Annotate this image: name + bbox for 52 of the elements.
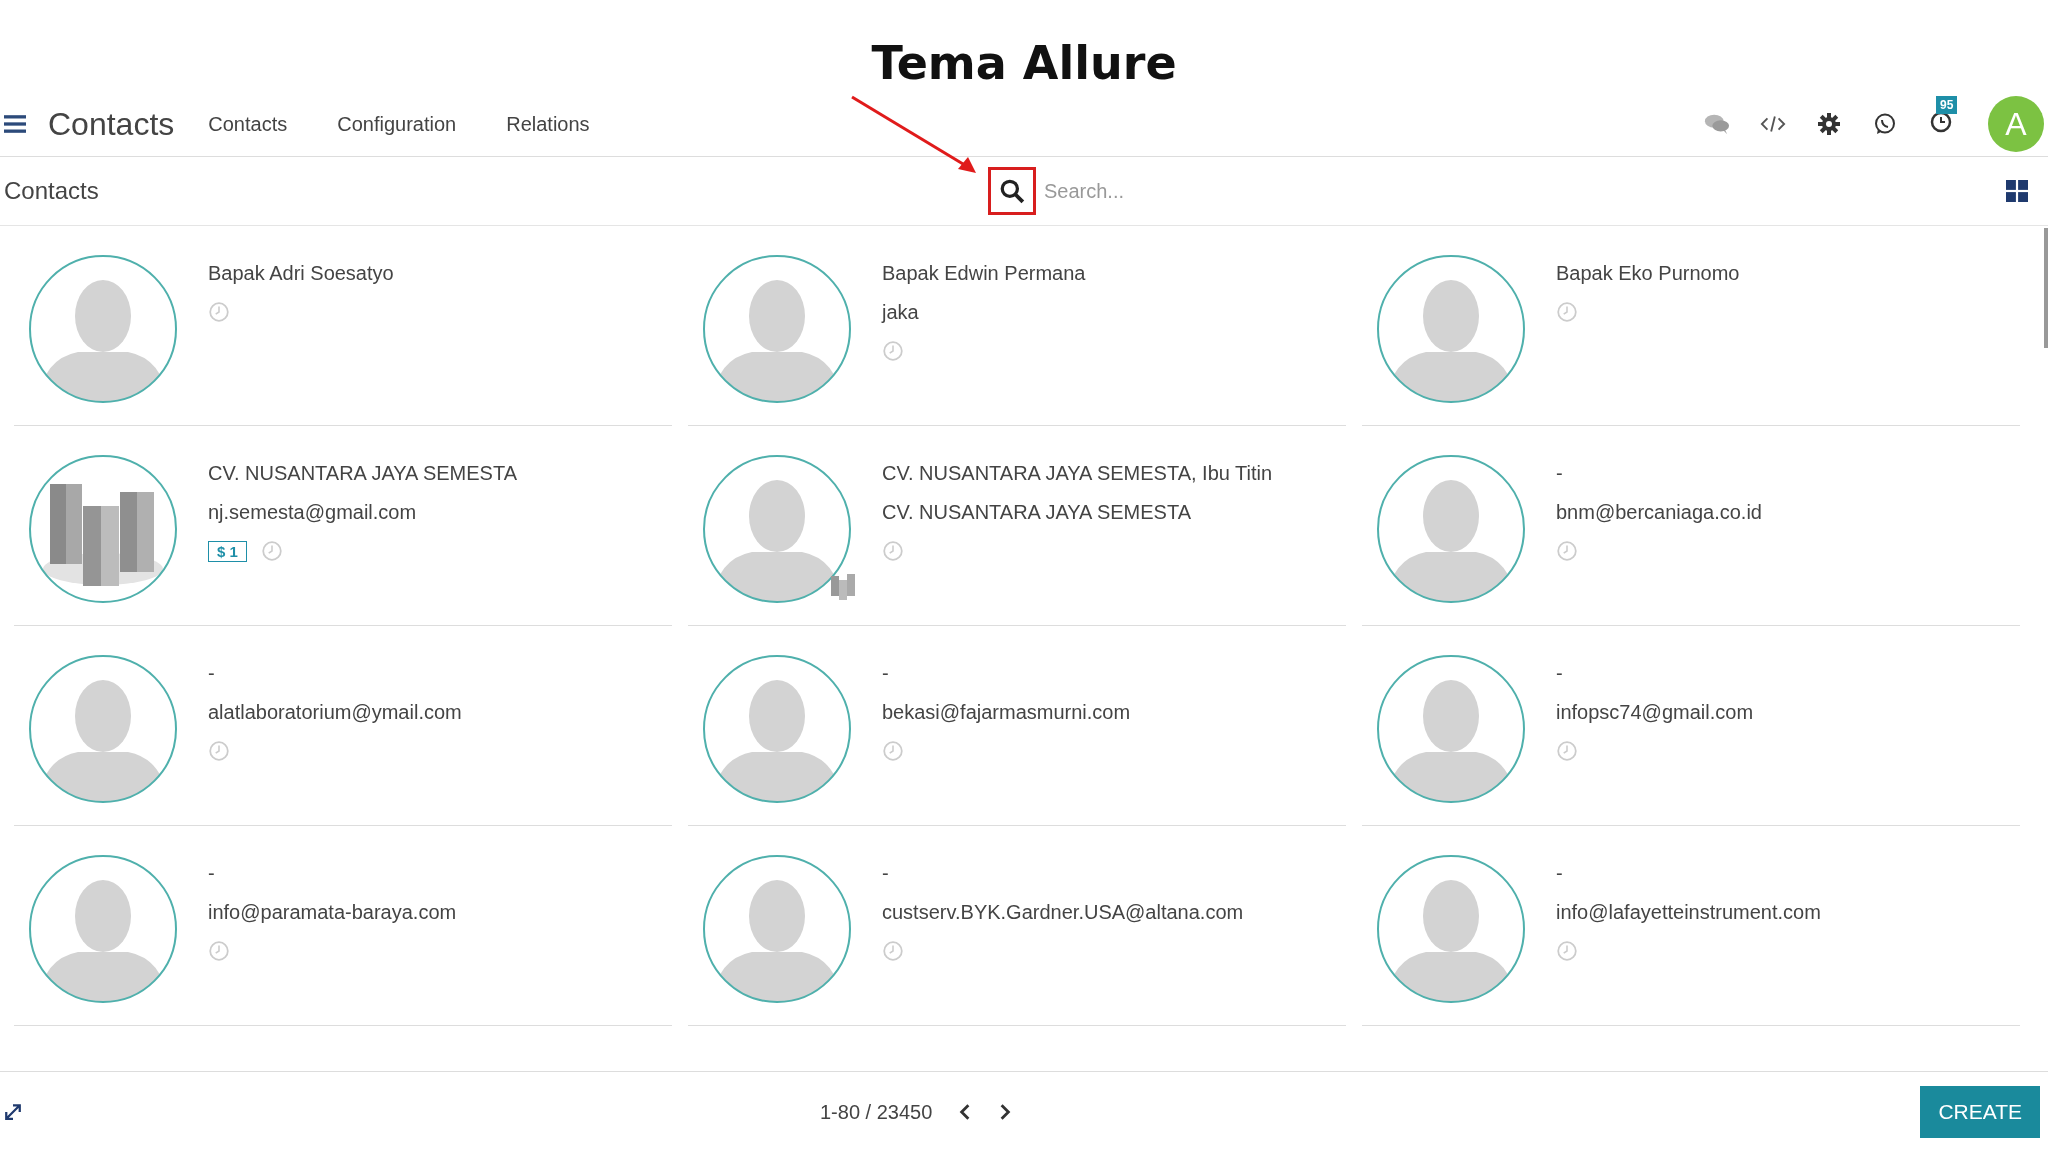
page-title: Tema Allure <box>871 36 1177 90</box>
contact-detail: jaka <box>882 301 920 324</box>
menu-item[interactable]: Configuration <box>337 112 457 136</box>
contact-card[interactable]: Bapak Adri Soesatyo <box>14 226 672 426</box>
contact-card[interactable]: Bapak Edwin Permana jaka <box>688 226 1346 426</box>
contact-name: - <box>1556 462 1564 485</box>
contact-name: CV. NUSANTARA JAYA SEMESTA <box>208 462 517 485</box>
contact-detail: alatlaboratorium@ymail.com <box>208 701 462 724</box>
contact-name: - <box>1556 662 1564 685</box>
contact-card[interactable]: - custserv.BYK.Gardner.USA@altana.com <box>688 826 1346 1026</box>
contact-card[interactable]: - info@paramata-baraya.com <box>14 826 672 1026</box>
contact-card[interactable]: - info@lafayetteinstrument.com <box>1362 826 2020 1026</box>
contact-name: - <box>208 662 216 685</box>
contact-detail: info@paramata-baraya.com <box>208 901 457 924</box>
contact-name: - <box>208 862 216 885</box>
contact-detail: info@lafayetteinstrument.com <box>1556 901 1821 924</box>
contact-card[interactable]: - bnm@bercaniaga.co.id <box>1362 426 2020 626</box>
contact-name: - <box>882 662 890 685</box>
contact-card[interactable]: Bapak Eko Purnomo <box>1362 226 2020 426</box>
contact-detail: infopsc74@gmail.com <box>1556 701 1754 724</box>
next-page-icon[interactable] <box>998 1103 1013 1121</box>
contact-name: Bapak Adri Soesatyo <box>208 262 394 285</box>
scrollbar-thumb[interactable] <box>2044 228 2048 348</box>
expand-icon[interactable] <box>4 1103 22 1121</box>
contact-card[interactable]: - alatlaboratorium@ymail.com <box>14 626 672 826</box>
settings-icon[interactable] <box>1816 112 1842 136</box>
create-button[interactable]: CREATE <box>1920 1086 2040 1138</box>
app-name[interactable]: Contacts <box>48 105 175 143</box>
contact-detail: bnm@bercaniaga.co.id <box>1556 501 1762 524</box>
whatsapp-icon[interactable] <box>1872 112 1898 136</box>
contact-card[interactable]: CV. NUSANTARA JAYA SEMESTA nj.semesta@gmail.com $ 1 <box>14 426 672 626</box>
menu-item[interactable]: Relations <box>506 112 590 136</box>
pager-range[interactable]: 1-80 / 23450 <box>820 1100 933 1124</box>
activity-count-badge: 95 <box>1936 96 1958 114</box>
menu-item[interactable]: Contacts <box>208 112 288 136</box>
contact-name: Bapak Eko Purnomo <box>1556 262 1740 285</box>
contact-detail: custserv.BYK.Gardner.USA@altana.com <box>882 901 1244 924</box>
kanban-view-icon[interactable] <box>2006 180 2028 202</box>
contact-detail: CV. NUSANTARA JAYA SEMESTA <box>882 501 1192 524</box>
contact-name: Bapak Edwin Permana <box>882 262 1086 285</box>
contact-detail: nj.semesta@gmail.com <box>208 501 418 524</box>
contact-card[interactable]: - infopsc74@gmail.com <box>1362 626 2020 826</box>
contact-name: - <box>882 862 890 885</box>
contact-detail: bekasi@fajarmasmurni.com <box>882 701 1131 724</box>
tag-label: $ 1 <box>208 540 247 562</box>
search-icon[interactable] <box>999 178 1025 204</box>
menu-icon[interactable] <box>4 115 26 133</box>
contact-card[interactable]: - bekasi@fajarmasmurni.com <box>688 626 1346 826</box>
breadcrumb: Contacts <box>4 177 100 205</box>
contact-name: CV. NUSANTARA JAYA SEMESTA, Ibu Titin <box>882 462 1273 485</box>
contact-card[interactable]: CV. NUSANTARA JAYA SEMESTA, Ibu Titin CV. NUSANTARA JAYA SEMESTA <box>688 426 1346 626</box>
contact-name: - <box>1556 862 1564 885</box>
